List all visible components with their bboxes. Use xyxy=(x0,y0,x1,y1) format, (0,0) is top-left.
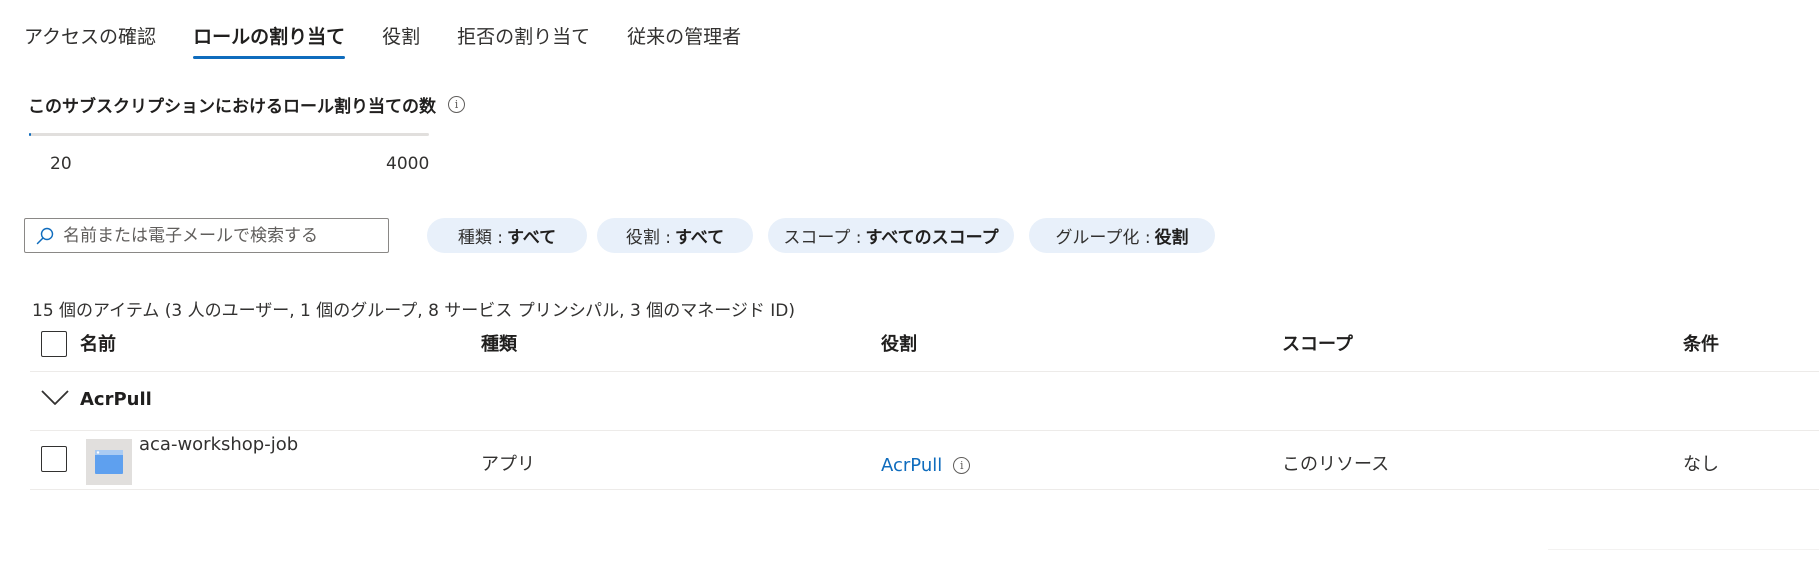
group-row xyxy=(30,373,1819,431)
search-icon xyxy=(35,226,55,246)
column-header-role[interactable]: 役割 xyxy=(881,330,917,356)
filter-type-label: 種類 : xyxy=(457,228,503,248)
row-checkbox[interactable] xyxy=(41,446,67,472)
filter-scope-label: スコープ : xyxy=(783,228,862,248)
table-header xyxy=(30,325,1819,372)
assignment-count-title: このサブスクリプションにおけるロール割り当ての数 xyxy=(28,97,436,117)
column-header-type[interactable]: 種類 xyxy=(481,330,517,356)
assignment-count-section: このサブスクリプションにおけるロール割り当ての数 i xyxy=(28,92,465,117)
filter-role-label: 役割 : xyxy=(625,228,671,248)
tab-bar: アクセスの確認 ロールの割り当て 役割 拒否の割り当て 従来の管理者 xyxy=(24,18,778,59)
assignment-count-current: 20 xyxy=(50,154,72,174)
tab-check-access[interactable]: アクセスの確認 xyxy=(24,18,156,59)
column-header-scope[interactable]: スコープ xyxy=(1282,330,1353,356)
tab-classic-administrators[interactable]: 従来の管理者 xyxy=(627,18,741,59)
column-header-name[interactable]: 名前 xyxy=(80,330,116,356)
info-icon[interactable]: i xyxy=(448,96,465,113)
select-all-checkbox[interactable] xyxy=(41,331,67,357)
search-input[interactable] xyxy=(63,225,373,246)
column-header-condition[interactable]: 条件 xyxy=(1683,330,1719,356)
assignment-count-progress xyxy=(29,133,429,136)
items-summary: 15 個のアイテム (3 人のユーザー, 1 個のグループ, 8 サービス プリ… xyxy=(32,301,796,321)
role-cell: AcrPull i xyxy=(881,455,971,476)
filter-type-value: すべて xyxy=(507,228,557,248)
role-assignments-page: アクセスの確認 ロールの割り当て 役割 拒否の割り当て 従来の管理者 このサブス… xyxy=(0,0,1819,563)
filter-role-value: すべて xyxy=(675,228,725,248)
filter-role-pill[interactable]: 役割 : すべて xyxy=(597,218,753,253)
chevron-down-icon[interactable] xyxy=(40,388,70,412)
divider xyxy=(1548,549,1819,550)
info-icon[interactable]: i xyxy=(953,457,971,474)
scope-value: このリソース xyxy=(1282,454,1390,475)
filter-scope-pill[interactable]: スコープ : すべてのスコープ xyxy=(768,218,1014,253)
tab-roles[interactable]: 役割 xyxy=(382,18,420,59)
tab-role-assignments[interactable]: ロールの割り当て xyxy=(193,18,346,59)
principal-name-link[interactable]: aca-workshop-job xyxy=(139,434,298,455)
filter-scope-value: すべてのスコープ xyxy=(865,228,999,248)
tab-deny-assignments[interactable]: 拒否の割り当て xyxy=(457,18,590,59)
group-label: AcrPull xyxy=(80,389,152,410)
assignment-count-progress-fill xyxy=(29,133,31,136)
filter-type-pill[interactable]: 種類 : すべて xyxy=(427,218,587,253)
search-box[interactable] xyxy=(24,218,389,253)
group-by-pill[interactable]: グループ化 : 役割 xyxy=(1029,218,1215,253)
group-by-label: グループ化 : xyxy=(1055,228,1151,248)
condition-value: なし xyxy=(1683,454,1719,475)
principal-type: アプリ xyxy=(481,454,535,475)
assignment-count-max: 4000 xyxy=(386,154,430,174)
role-link[interactable]: AcrPull xyxy=(881,455,942,476)
app-registration-icon xyxy=(86,439,132,485)
group-by-value: 役割 xyxy=(1154,228,1189,248)
